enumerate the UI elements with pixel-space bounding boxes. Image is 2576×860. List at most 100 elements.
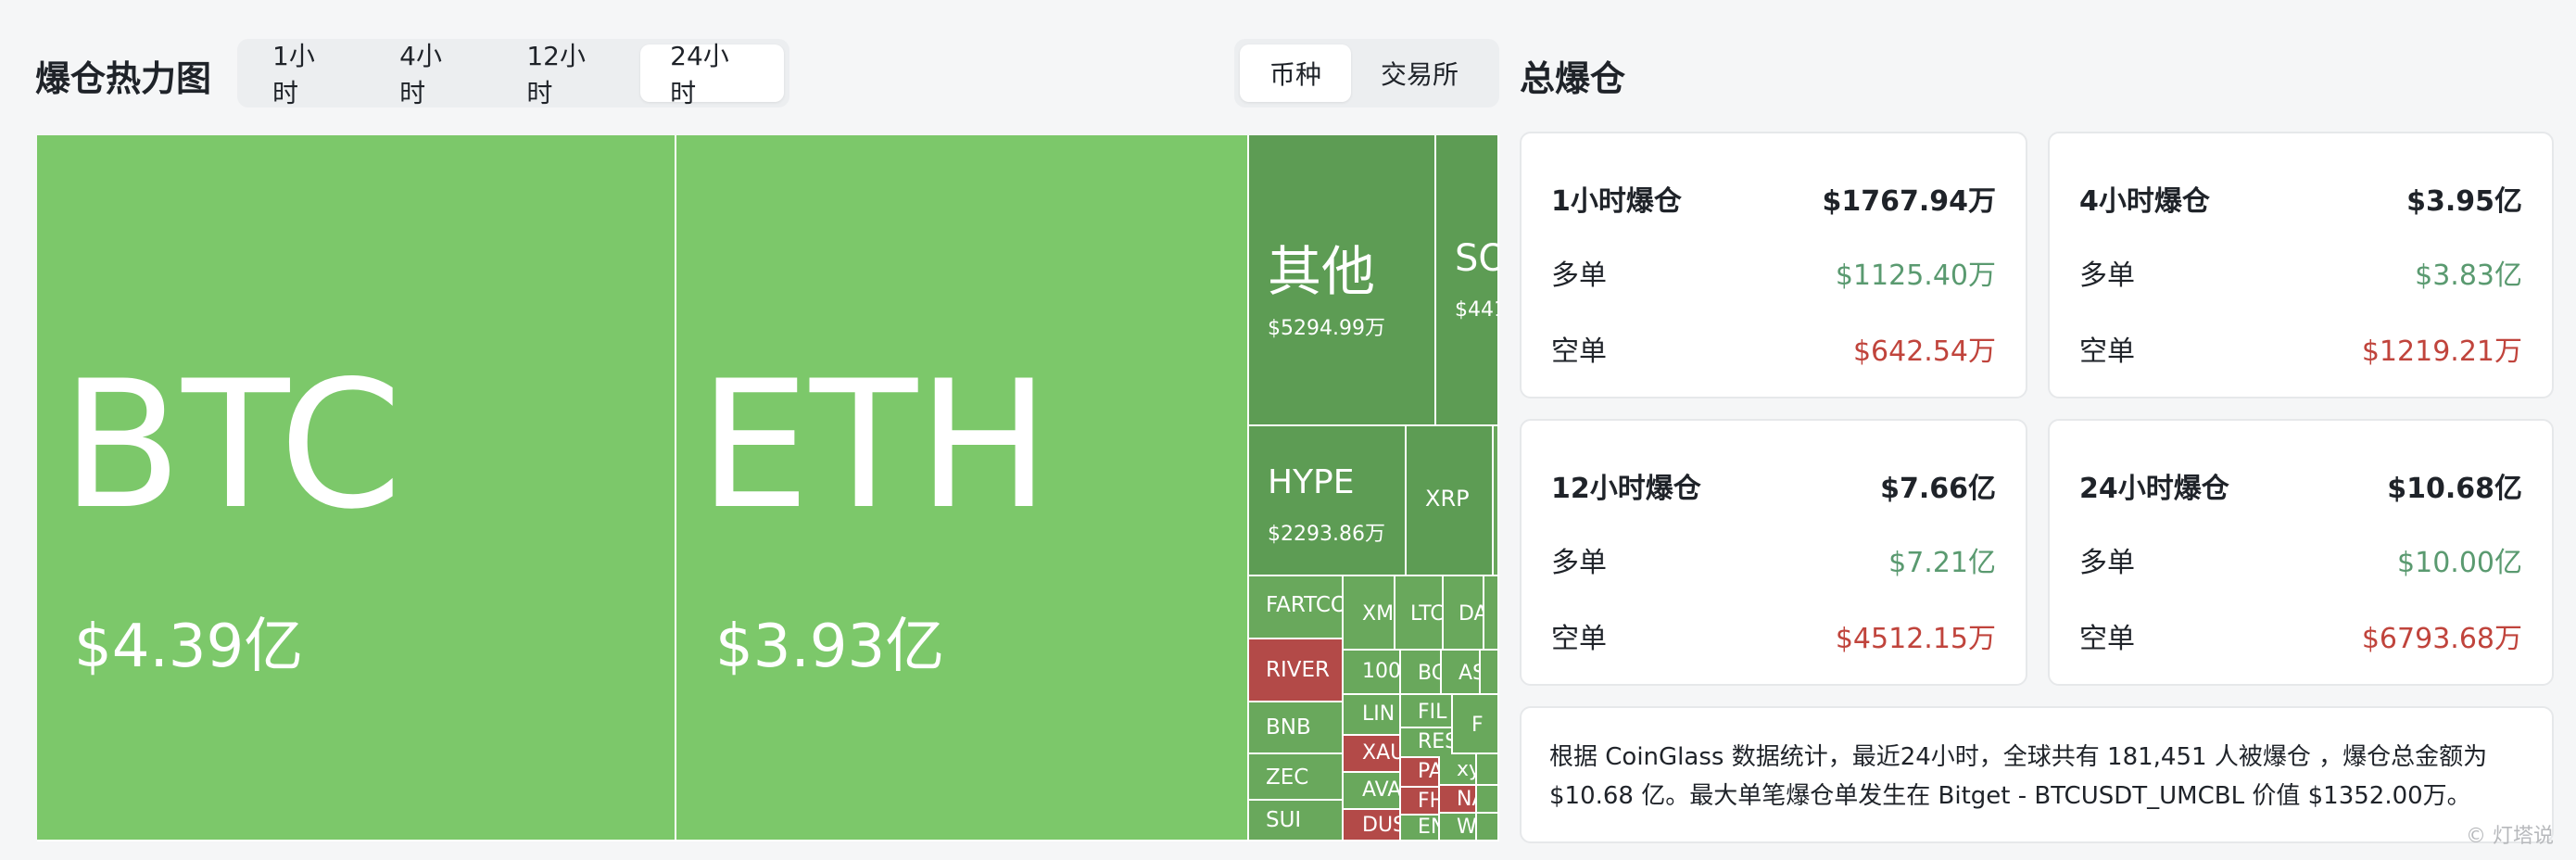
long-label: 多单 [1551, 547, 1607, 579]
tile-symbol: BC [1418, 662, 1440, 685]
short-value: $1219.21万 [2361, 335, 2522, 368]
group-by-selector: 币种 交易所 [1234, 39, 1499, 108]
note-line: $10.68 亿。最大单笔爆仓单发生在 Bitget - BTCUSDT_UMC… [1549, 782, 2471, 810]
short-value: $6793.68万 [2361, 623, 2522, 655]
tile-symbol: PAX [1418, 760, 1438, 783]
tile-small[interactable] [1494, 426, 1499, 576]
tile-symbol: XAU [1362, 741, 1401, 765]
tile-xau[interactable]: XAU [1344, 736, 1401, 773]
tile-1000[interactable]: 100 [1344, 651, 1401, 695]
time-option-24h[interactable]: 24小时 [640, 41, 784, 108]
short-value: $4512.15万 [1835, 623, 1996, 655]
tile-ltc[interactable]: LTC [1395, 576, 1444, 651]
tile-bnb[interactable]: BNB [1249, 702, 1344, 754]
tile-other[interactable]: 其他 $5294.99万 [1249, 135, 1436, 426]
long-value: $3.83亿 [2415, 259, 2522, 292]
tile-xrp[interactable]: XRP [1407, 426, 1494, 576]
tile-symbol: DUS [1362, 814, 1399, 837]
tile-symbol: LIN [1362, 702, 1395, 726]
tile-small[interactable] [1477, 786, 1499, 814]
tile-symbol: DA [1458, 602, 1483, 626]
short-label: 空单 [2079, 623, 2135, 655]
long-value: $1125.40万 [1835, 259, 1996, 292]
card-total: $1767.94万 [1822, 185, 1996, 218]
tile-symbol: F [1471, 714, 1484, 737]
tile-w[interactable]: W [1440, 814, 1477, 841]
tile-symbol: 100 [1362, 660, 1401, 683]
time-option-4h[interactable]: 4小时 [370, 41, 497, 108]
tile-symbol: AS [1458, 662, 1479, 685]
tile-amount: $4.39亿 [74, 613, 304, 681]
tile-hype[interactable]: HYPE $2293.86万 [1249, 426, 1407, 576]
tile-avax[interactable]: AVA [1344, 773, 1401, 810]
tile-btc[interactable]: BTC $4.39亿 [37, 135, 676, 841]
tile-aster[interactable]: AS [1442, 651, 1481, 695]
long-label: 多单 [2079, 547, 2135, 579]
tile-amount: $2293.86万 [1268, 523, 1385, 546]
tile-na[interactable]: NA [1440, 786, 1477, 814]
tile-small[interactable] [1481, 651, 1499, 695]
tile-symbol: RIVER [1266, 658, 1331, 682]
tile-fil[interactable]: FIL [1401, 695, 1453, 728]
tile-symbol: FH [1418, 790, 1438, 813]
tile-fhe[interactable]: FH [1401, 788, 1440, 816]
tile-zec[interactable]: ZEC [1249, 754, 1344, 801]
short-label: 空单 [2079, 335, 2135, 368]
short-label: 空单 [1551, 335, 1607, 368]
card-1h: 1小时爆仓 $1767.94万 多单 $1125.40万 空单 $642.54万 [1520, 132, 2027, 398]
time-option-12h[interactable]: 12小时 [497, 41, 640, 108]
tile-symbol: LTC [1410, 602, 1444, 626]
card-label: 1小时爆仓 [1551, 185, 1682, 218]
time-option-1h[interactable]: 1小时 [243, 41, 370, 108]
summary-title: 总爆仓 [1520, 58, 1626, 99]
tile-sol[interactable]: SO $441 [1436, 135, 1499, 426]
card-24h: 24小时爆仓 $10.68亿 多单 $10.00亿 空单 $6793.68万 [2048, 419, 2554, 686]
long-value: $7.21亿 [1888, 547, 1996, 579]
tile-small[interactable] [1484, 576, 1499, 651]
tile-symbol: BTC [61, 343, 402, 548]
tile-link[interactable]: LIN [1344, 695, 1401, 736]
tile-small[interactable] [1477, 754, 1499, 786]
time-range-selector: 1小时 4小时 12小时 24小时 [237, 39, 789, 108]
tile-symbol: EN [1418, 816, 1438, 839]
tile-paxg[interactable]: PAX [1401, 758, 1440, 788]
tile-f[interactable]: F [1453, 695, 1499, 754]
tile-xmr[interactable]: XM [1344, 576, 1395, 651]
tile-fartcoin[interactable]: FARTCO [1249, 576, 1344, 639]
tile-dash[interactable]: DA [1444, 576, 1484, 651]
tile-symbol: 其他 [1268, 240, 1376, 303]
long-value: $10.00亿 [2397, 547, 2522, 579]
tile-symbol: BNB [1266, 715, 1311, 740]
card-12h: 12小时爆仓 $7.66亿 多单 $7.21亿 空单 $4512.15万 [1520, 419, 2027, 686]
tile-symbol: FARTCO [1266, 593, 1344, 617]
tile-eth[interactable]: ETH $3.93亿 [676, 135, 1249, 841]
tile-symbol: XM [1362, 602, 1395, 626]
tile-symbol: ETH [699, 343, 1050, 548]
tile-symbol: SO [1455, 237, 1497, 280]
tile-bch[interactable]: BC [1401, 651, 1442, 695]
short-value: $642.54万 [1852, 335, 1996, 368]
card-label: 24小时爆仓 [2079, 473, 2229, 505]
tile-symbol: W [1457, 816, 1477, 839]
tile-xyz[interactable]: xy [1440, 754, 1477, 786]
long-label: 多单 [1551, 259, 1607, 292]
tile-small[interactable] [1477, 814, 1499, 841]
page-title: 爆仓热力图 [35, 58, 212, 99]
tile-dusk[interactable]: DUS [1344, 810, 1401, 841]
liquidation-page: 爆仓热力图 1小时 4小时 12小时 24小时 币种 交易所 BTC $4.39… [0, 0, 2576, 860]
tile-amount: $3.93亿 [715, 613, 945, 681]
tile-sui[interactable]: SUI [1249, 801, 1344, 841]
long-label: 多单 [2079, 259, 2135, 292]
tile-symbol: AVA [1362, 778, 1401, 802]
tile-symbol: xy [1457, 758, 1475, 781]
tile-ena[interactable]: EN [1401, 816, 1440, 841]
card-total: $3.95亿 [2406, 185, 2522, 218]
tile-amount: $441 [1455, 298, 1497, 322]
tile-symbol: RES [1418, 730, 1451, 753]
short-label: 空单 [1551, 623, 1607, 655]
group-option-exchange[interactable]: 交易所 [1351, 44, 1488, 102]
group-option-coin[interactable]: 币种 [1240, 44, 1352, 102]
tile-symbol: NA [1457, 788, 1475, 811]
tile-river[interactable]: RIVER [1249, 639, 1344, 702]
card-total: $7.66亿 [1880, 473, 1996, 505]
